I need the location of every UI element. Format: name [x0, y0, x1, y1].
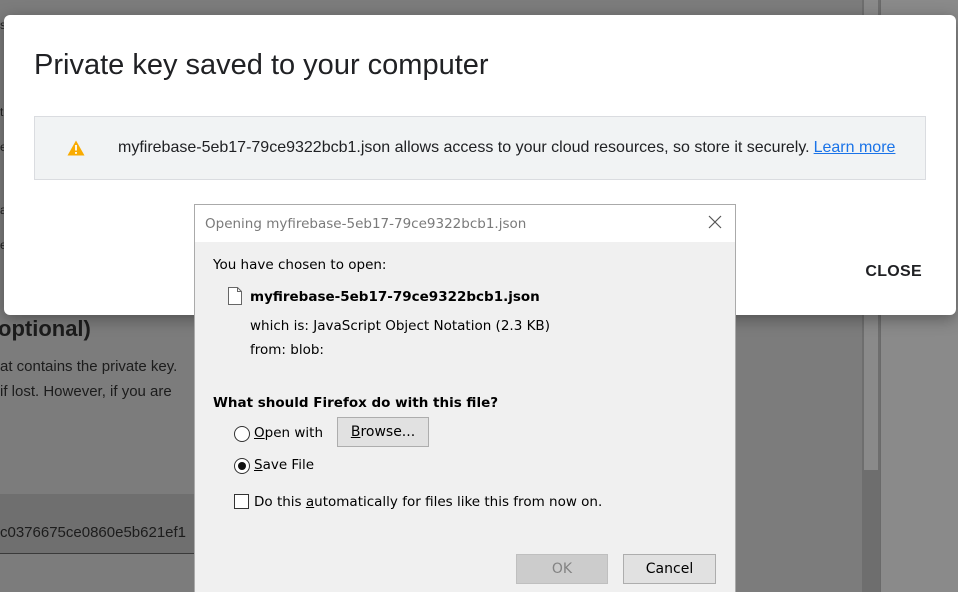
- dialog-titlebar: Opening myfirebase-5eb17-79ce9322bcb1.js…: [195, 205, 735, 242]
- file-type-value: JavaScript Object Notation (2.3 KB): [313, 318, 550, 334]
- dialog-title: Private key saved to your computer: [34, 49, 489, 81]
- save-file-label[interactable]: Save File: [254, 457, 314, 473]
- warning-icon: [67, 140, 85, 156]
- which-is-label: which is:: [250, 318, 309, 334]
- save-file-radio[interactable]: [234, 458, 250, 474]
- open-with-radio[interactable]: [234, 426, 250, 442]
- chosen-label: You have chosen to open:: [213, 257, 387, 273]
- auto-action-label[interactable]: Do this automatically for files like thi…: [254, 494, 602, 510]
- from-label: from:: [250, 342, 286, 358]
- bg-paragraph-line: if lost. However, if you are: [0, 383, 172, 400]
- bg-key-id: c0376675ce0860e5b621ef1: [0, 524, 187, 541]
- ok-button[interactable]: OK: [516, 554, 608, 584]
- open-with-label[interactable]: Open with: [254, 425, 323, 441]
- file-source-row: from: blob:: [250, 342, 324, 358]
- learn-more-link[interactable]: Learn more: [814, 139, 896, 156]
- bg-section-heading: optional): [0, 316, 91, 341]
- close-button[interactable]: CLOSE: [865, 263, 922, 281]
- notice-message: myfirebase-5eb17-79ce9322bcb1.json allow…: [118, 139, 810, 156]
- download-dialog-title: Opening myfirebase-5eb17-79ce9322bcb1.js…: [205, 216, 527, 232]
- file-icon: [228, 287, 242, 305]
- notice-text: myfirebase-5eb17-79ce9322bcb1.json allow…: [118, 139, 895, 157]
- security-notice: myfirebase-5eb17-79ce9322bcb1.json allow…: [34, 116, 926, 180]
- action-question: What should Firefox do with this file?: [213, 395, 499, 411]
- close-icon[interactable]: [707, 214, 723, 230]
- cancel-button[interactable]: Cancel: [623, 554, 716, 584]
- file-type-row: which is: JavaScript Object Notation (2.…: [250, 318, 550, 334]
- auto-action-checkbox[interactable]: [234, 494, 249, 509]
- from-value: blob:: [290, 342, 324, 358]
- firefox-download-dialog: Opening myfirebase-5eb17-79ce9322bcb1.js…: [194, 204, 736, 592]
- file-name: myfirebase-5eb17-79ce9322bcb1.json: [250, 289, 540, 305]
- bg-key-field: c0376675ce0860e5b621ef1: [0, 494, 200, 554]
- bg-paragraph-line: at contains the private key.: [0, 358, 178, 375]
- browse-button[interactable]: Browse...: [337, 417, 429, 447]
